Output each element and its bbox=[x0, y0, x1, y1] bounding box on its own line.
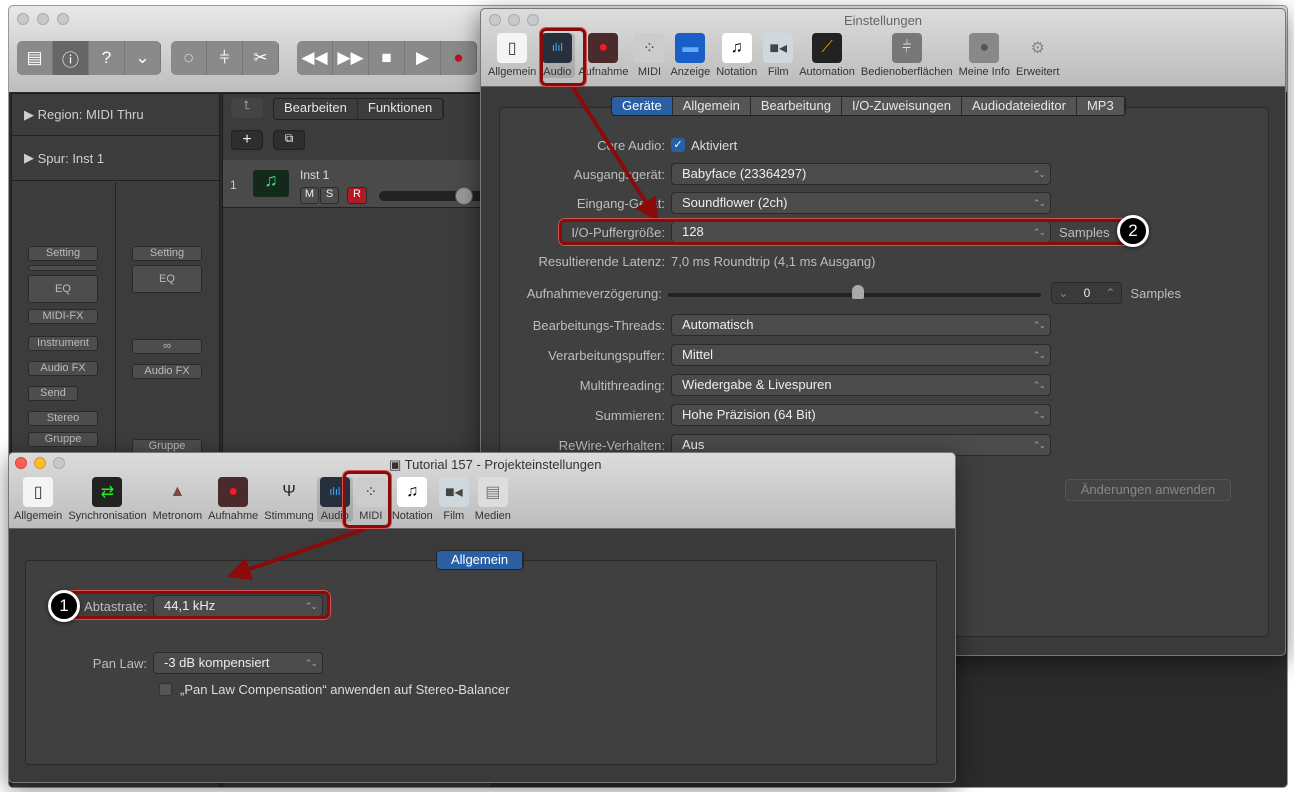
arrow-to-buffer bbox=[570, 84, 659, 223]
highlight-sample-rate bbox=[67, 591, 330, 619]
highlight-audio-project bbox=[343, 471, 391, 528]
annotation-arrows bbox=[226, 84, 659, 581]
callout-badge-1: 1 bbox=[48, 590, 80, 622]
highlight-buffer-size bbox=[559, 219, 1133, 245]
highlight-audio-prefs bbox=[540, 28, 586, 86]
arrow-to-sample-rate bbox=[226, 527, 366, 581]
callout-badge-2: 2 bbox=[1117, 215, 1149, 247]
